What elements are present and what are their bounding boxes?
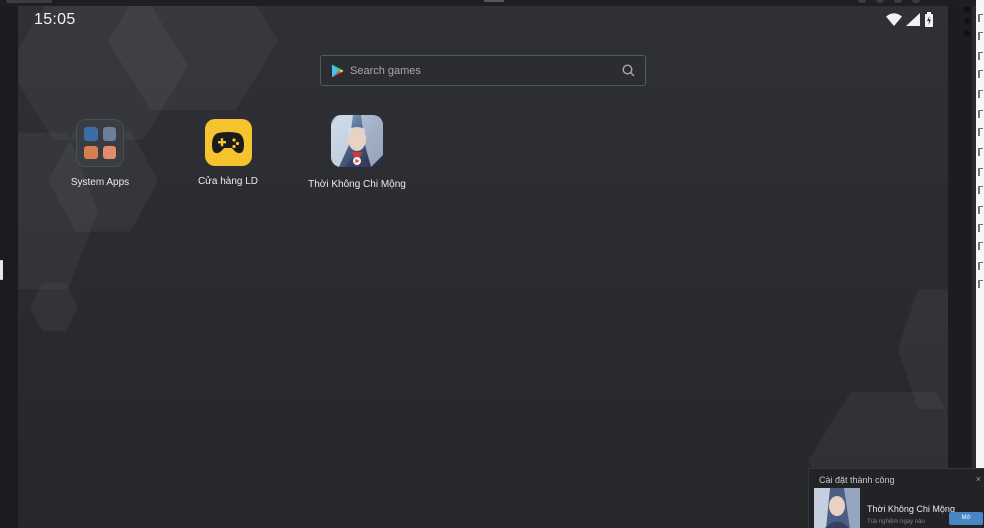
mini-app-icon	[102, 145, 116, 159]
signal-icon	[906, 13, 920, 26]
clipped-text-glyph	[978, 32, 983, 40]
edge-handle[interactable]	[0, 260, 3, 280]
status-time: 15:05	[34, 11, 76, 28]
window-title-ghost	[6, 0, 52, 3]
status-icons	[886, 12, 934, 27]
window-control-ghost	[894, 0, 902, 3]
search-placeholder[interactable]: Search games	[350, 65, 622, 77]
app-thoi-khong-chi-mong[interactable]: Thời Không Chi Mộng	[302, 115, 412, 190]
game-portrait-small	[814, 488, 860, 528]
mini-app-icon	[84, 127, 98, 141]
app-ld-store[interactable]: Cửa hàng LD	[173, 119, 283, 187]
app-label: System Apps	[70, 177, 130, 188]
emulator-sidebar	[948, 6, 976, 528]
clipped-text-glyph	[978, 128, 983, 136]
window-drag-handle[interactable]	[484, 0, 504, 2]
android-home-screen: 15:05 Search games System Apps Cửa hàng …	[18, 6, 948, 528]
clipped-text-glyph	[978, 224, 983, 232]
window-control-ghost	[876, 0, 884, 3]
mini-app-icon	[102, 127, 116, 141]
clipped-text-glyph	[978, 90, 983, 98]
gamepad-icon	[204, 119, 252, 166]
toast-app-icon	[814, 488, 860, 528]
search-games-bar[interactable]: Search games	[320, 55, 646, 86]
clipped-text-glyph	[978, 168, 983, 176]
sidebar-dot[interactable]	[964, 6, 970, 12]
clipped-text-glyph	[978, 110, 983, 118]
clipped-text-glyph	[978, 242, 983, 250]
clipped-text-glyph	[978, 52, 983, 60]
clipped-text-glyph	[978, 14, 983, 22]
clipped-text-glyph	[978, 262, 983, 270]
clipped-text-glyph	[978, 280, 983, 288]
game-art-icon	[331, 115, 383, 167]
app-system-apps[interactable]: System Apps	[45, 119, 155, 188]
window-control-ghost	[912, 0, 920, 3]
toast-subtitle: Trải nghiệm ngay nào	[867, 519, 925, 525]
open-app-button[interactable]: Mở	[949, 512, 983, 525]
app-label: Thời Không Chi Mộng	[308, 179, 406, 190]
app-label: Cửa hàng LD	[197, 176, 259, 187]
clipped-text-glyph	[978, 186, 983, 194]
toast-app-name: Thời Không Chi Mộng	[867, 504, 955, 514]
close-icon[interactable]: ×	[976, 474, 981, 484]
toast-title: Cài đặt thành công	[819, 475, 895, 485]
install-success-toast: Cài đặt thành công × Thời Không Chi Mộng…	[808, 468, 984, 528]
search-icon[interactable]	[622, 64, 635, 77]
sidebar-dot[interactable]	[964, 18, 970, 24]
controller-glyph	[212, 131, 244, 153]
wifi-icon	[886, 13, 902, 26]
battery-icon	[925, 12, 933, 27]
window-control-ghost	[858, 0, 866, 3]
clipped-text-glyph	[978, 70, 983, 78]
mini-app-icon	[84, 145, 98, 159]
clipped-text-glyph	[978, 206, 983, 214]
sidebar-dot[interactable]	[964, 30, 970, 36]
play-store-icon	[332, 64, 344, 77]
left-edge	[0, 6, 18, 528]
background-window-edge	[976, 0, 984, 528]
sidebar-dots	[964, 6, 972, 42]
clipped-text-glyph	[978, 148, 983, 156]
folder-icon	[76, 119, 124, 167]
game-portrait	[331, 115, 383, 167]
